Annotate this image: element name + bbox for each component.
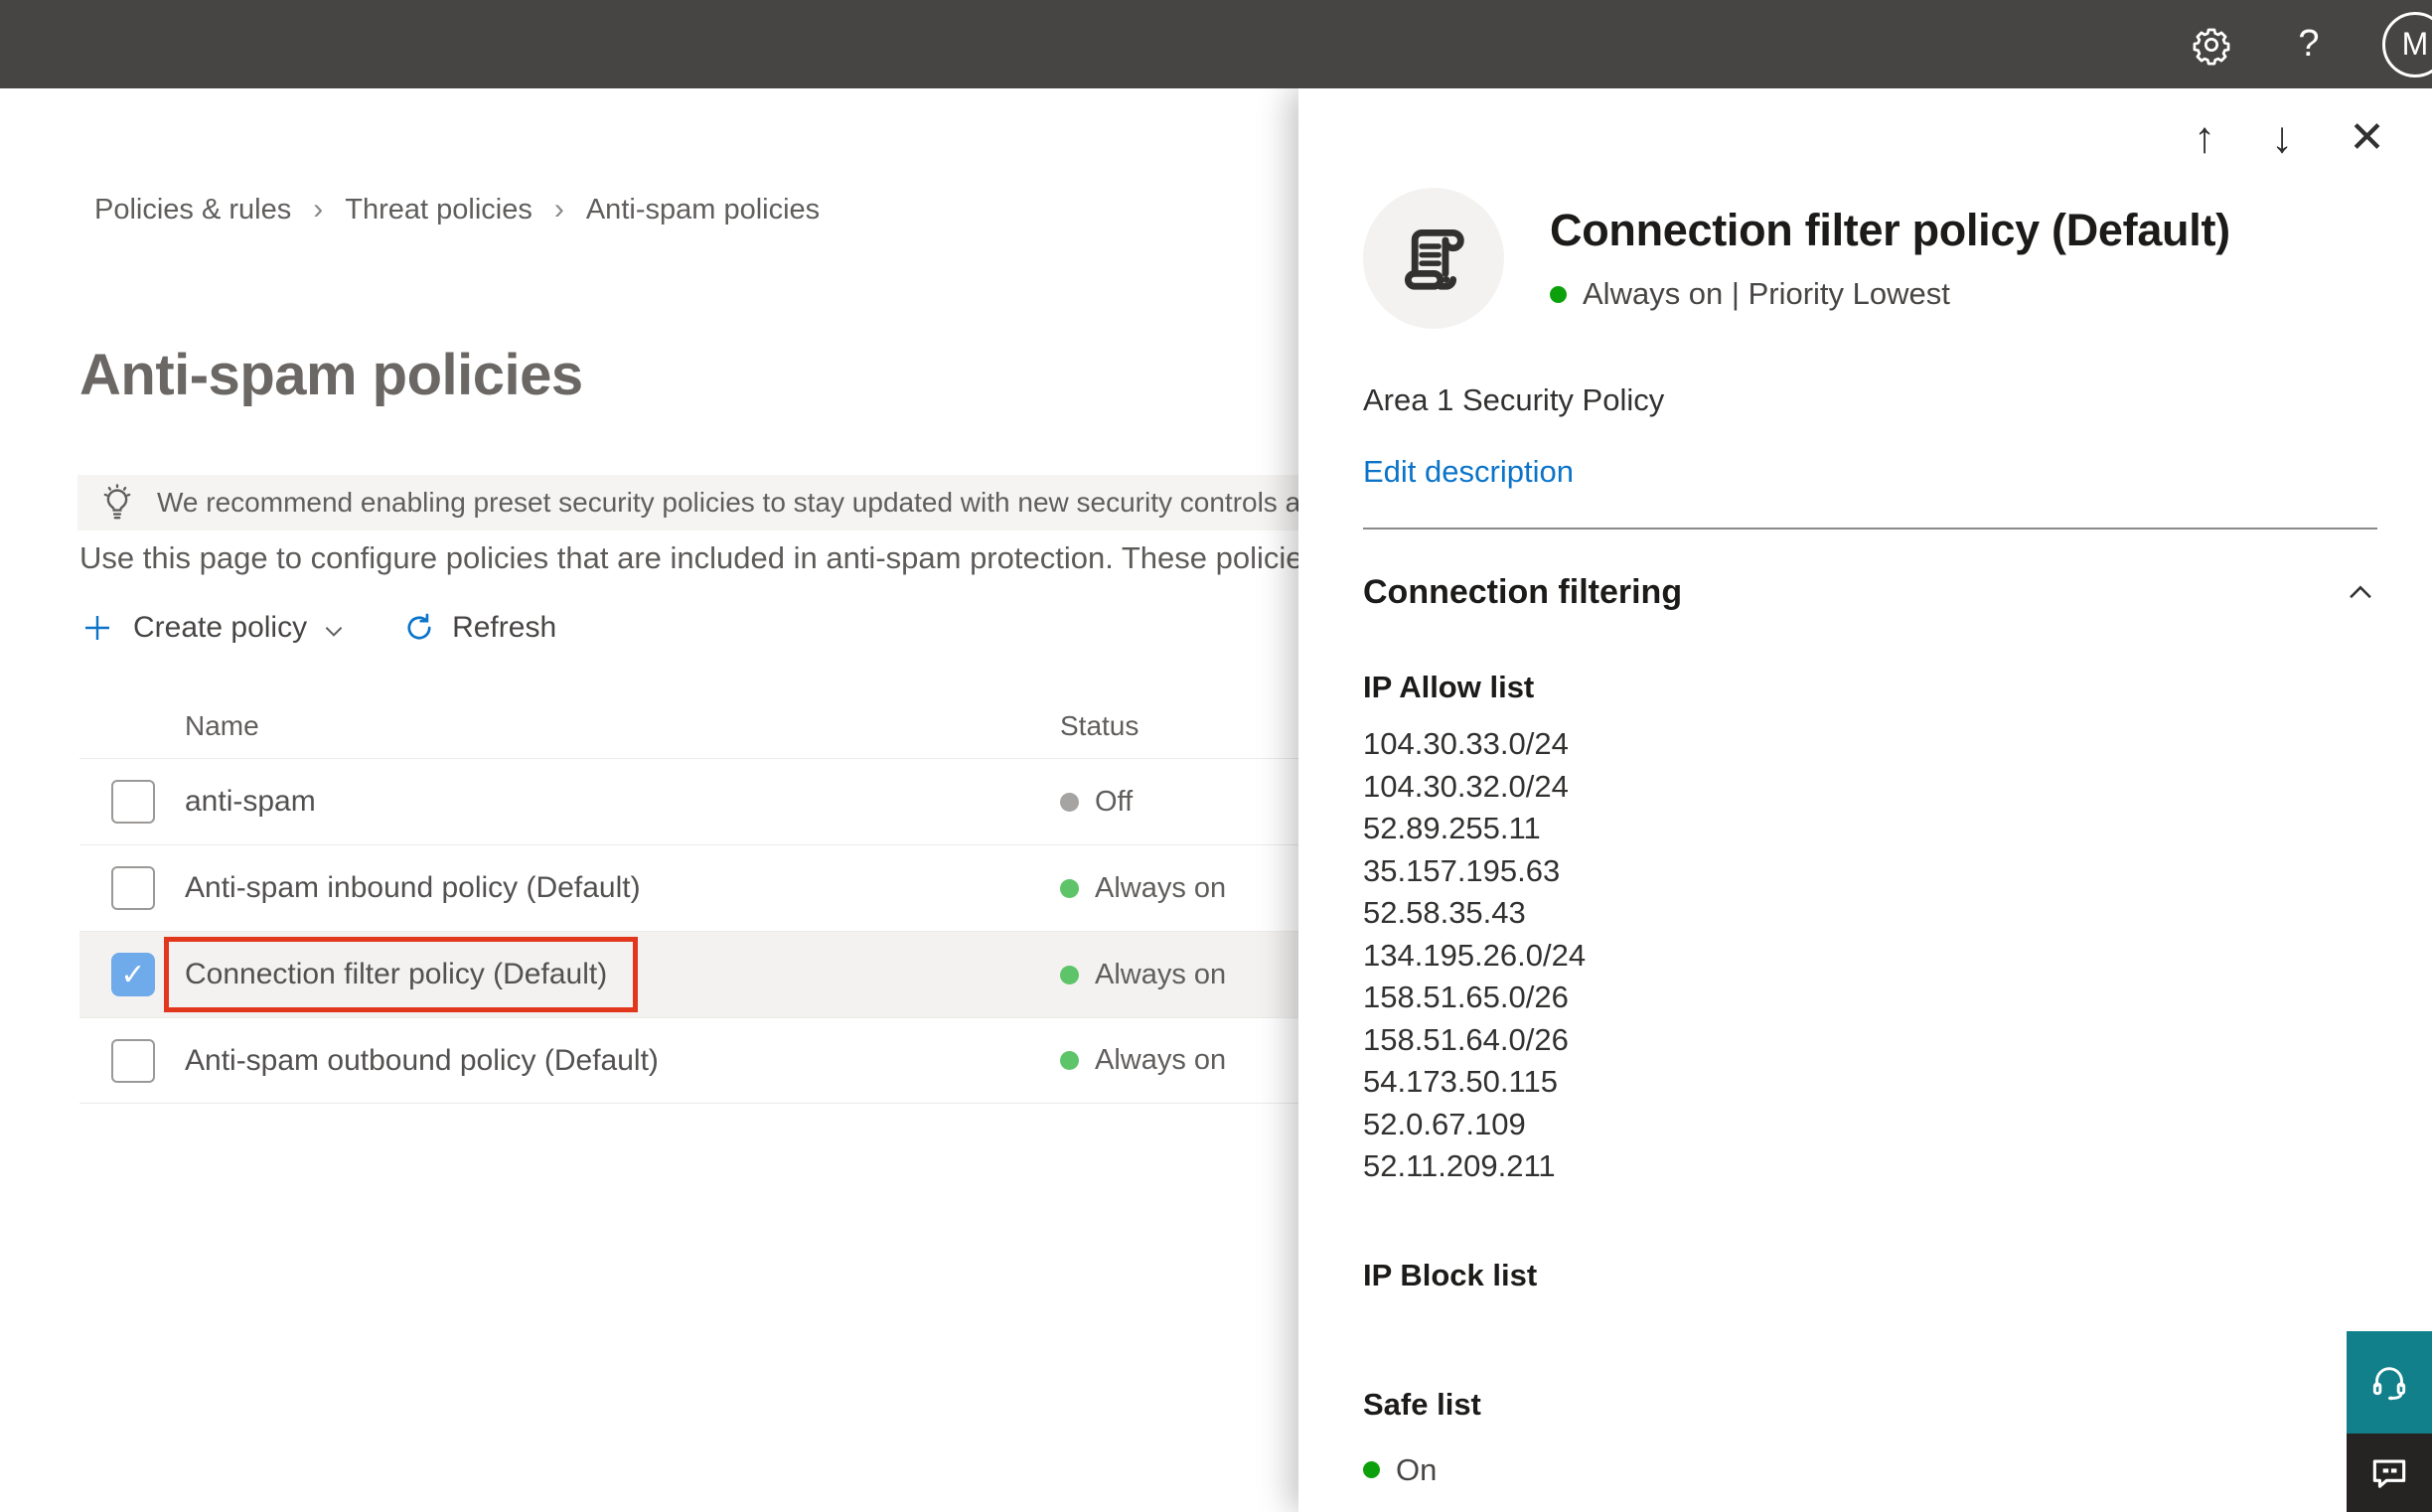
breadcrumb-separator-icon: › <box>553 193 564 226</box>
column-header-status[interactable]: Status <box>1060 710 1298 742</box>
floating-help-buttons <box>2347 1331 2432 1512</box>
ip-entry: 52.58.35.43 <box>1363 895 1526 930</box>
top-app-bar: ? M <box>0 0 2432 88</box>
flyout-status-text: Always on | Priority Lowest <box>1583 276 1950 311</box>
status-dot-on <box>1060 1051 1079 1070</box>
policy-description: Area 1 Security Policy <box>1363 382 1665 417</box>
refresh-button[interactable]: Refresh <box>347 611 556 645</box>
safe-list-title: Safe list <box>1363 1386 1481 1422</box>
column-header-name[interactable]: Name <box>185 710 1060 742</box>
ip-entry: 104.30.33.0/24 <box>1363 726 1569 761</box>
ip-allow-list: 104.30.33.0/24 104.30.32.0/24 52.89.255.… <box>1363 723 2377 1188</box>
headset-icon <box>2372 1366 2406 1400</box>
create-policy-button[interactable]: Create policy <box>79 610 347 646</box>
chat-bubble-icon <box>2372 1459 2406 1488</box>
flyout-controls: ↑ ↓ ✕ <box>1363 116 2385 160</box>
policy-name: anti-spam <box>185 785 316 818</box>
flyout-title: Connection filter policy (Default) <box>1550 205 2230 255</box>
chevron-down-icon <box>325 627 343 637</box>
help-icon[interactable]: ? <box>2285 21 2333 69</box>
safe-list-status-dot <box>1363 1461 1380 1478</box>
ip-entry: 104.30.32.0/24 <box>1363 768 1569 804</box>
support-headset-button[interactable] <box>2347 1331 2432 1434</box>
page-description: Use this page to configure policies that… <box>79 540 1298 575</box>
status-label: Always on <box>1095 1044 1227 1076</box>
refresh-icon <box>407 613 431 640</box>
table-row[interactable]: Anti-spam inbound policy (Default) Alway… <box>79 844 1298 931</box>
scroll-icon <box>1404 228 1464 290</box>
details-flyout: ↑ ↓ ✕ Connection filter policy (Default)… <box>1298 88 2432 1512</box>
next-item-arrow-icon[interactable]: ↓ <box>2271 116 2293 160</box>
red-highlight-box: Connection filter policy (Default) <box>164 937 639 1012</box>
status-dot-on <box>1060 965 1079 984</box>
ip-allow-list-title: IP Allow list <box>1363 670 1535 704</box>
breadcrumb-policies-rules[interactable]: Policies & rules <box>94 194 291 227</box>
ip-entry: 52.0.67.109 <box>1363 1106 1526 1141</box>
table-row[interactable]: Anti-spam outbound policy (Default) Alwa… <box>79 1017 1298 1104</box>
ip-entry: 158.51.64.0/26 <box>1363 1021 1569 1057</box>
table-row-selected[interactable]: ✓ Connection filter policy (Default) Alw… <box>79 931 1298 1017</box>
ip-entry: 52.89.255.11 <box>1363 811 1541 845</box>
policy-avatar <box>1363 188 1504 329</box>
flyout-header: Connection filter policy (Default) Alway… <box>1363 188 2377 329</box>
refresh-label: Refresh <box>452 611 557 644</box>
ip-entry: 54.173.50.115 <box>1363 1064 1558 1099</box>
plus-icon <box>85 616 109 640</box>
row-checkbox[interactable] <box>111 1038 155 1083</box>
breadcrumb-separator-icon: › <box>313 193 324 226</box>
row-checkbox-checked[interactable]: ✓ <box>111 953 155 996</box>
ip-entry: 35.157.195.63 <box>1363 852 1561 888</box>
lightbulb-icon <box>103 484 131 520</box>
row-checkbox[interactable] <box>111 866 155 910</box>
breadcrumb-anti-spam-policies[interactable]: Anti-spam policies <box>586 194 820 227</box>
ip-entry: 134.195.26.0/24 <box>1363 937 1587 973</box>
breadcrumb-threat-policies[interactable]: Threat policies <box>345 194 532 227</box>
previous-item-arrow-icon[interactable]: ↑ <box>2194 116 2215 160</box>
row-checkbox[interactable] <box>111 780 155 824</box>
policy-table: Name Status anti-spam Off Anti-spam inbo… <box>79 694 1298 1104</box>
account-avatar[interactable]: M <box>2382 11 2432 77</box>
settings-gear-icon[interactable] <box>2188 21 2235 69</box>
status-dot-off <box>1060 792 1079 812</box>
feedback-chat-button[interactable] <box>2347 1434 2432 1512</box>
status-dot-on <box>1060 878 1079 898</box>
table-row[interactable]: anti-spam Off <box>79 758 1298 844</box>
recommendation-banner: We recommend enabling preset security po… <box>77 475 1298 530</box>
connection-filtering-section-header[interactable]: Connection filtering <box>1363 573 2377 612</box>
status-dot-always-on <box>1550 285 1567 303</box>
page-title: Anti-spam policies <box>79 343 583 407</box>
status-label: Always on <box>1095 871 1227 904</box>
policy-name: Anti-spam outbound policy (Default) <box>185 1043 659 1077</box>
safe-list-status-text: On <box>1396 1451 1438 1487</box>
policy-name: Anti-spam inbound policy (Default) <box>185 871 641 904</box>
policy-name: Connection filter policy (Default) <box>185 958 608 990</box>
breadcrumb: Policies & rules › Threat policies › Ant… <box>94 193 820 227</box>
section-title: Connection filtering <box>1363 573 1683 611</box>
chevron-up-icon[interactable] <box>2344 576 2377 610</box>
ip-entry: 52.11.209.211 <box>1363 1148 1556 1183</box>
close-icon[interactable]: ✕ <box>2349 116 2385 160</box>
create-policy-label: Create policy <box>133 611 308 644</box>
table-header-row: Name Status <box>79 694 1298 758</box>
edit-description-link[interactable]: Edit description <box>1363 454 1574 489</box>
banner-text: We recommend enabling preset security po… <box>157 487 1298 518</box>
ip-entry: 158.51.65.0/26 <box>1363 980 1569 1014</box>
status-label: Off <box>1095 785 1134 818</box>
ip-block-list-title: IP Block list <box>1363 1257 1538 1292</box>
toolbar: Create policy Refresh <box>79 610 556 646</box>
divider <box>1363 528 2377 529</box>
status-label: Always on <box>1095 958 1227 990</box>
